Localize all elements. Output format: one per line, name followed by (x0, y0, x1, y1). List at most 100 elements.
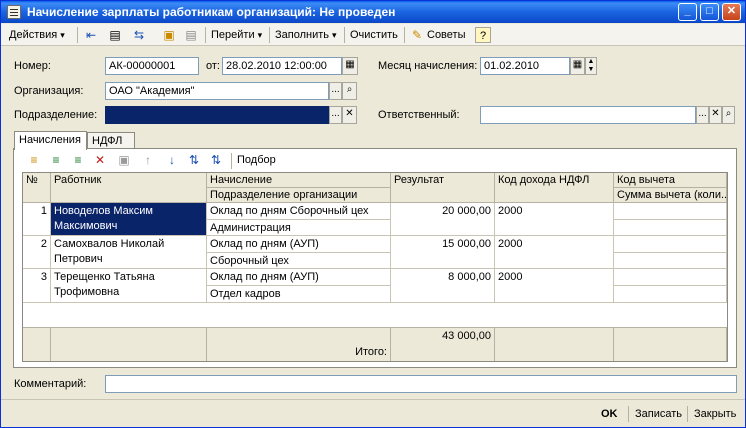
accruals-panel: ≡ ≡ ≡ ✕ ▣ ↑ ↓ ⇅ ⇅ Подбор № Работник Начи… (13, 148, 737, 368)
total-result: 43 000,00 (391, 327, 495, 361)
row-2-accrual[interactable]: Оклад по дням (АУП) (207, 236, 391, 253)
refresh-icon[interactable]: ⇆ (131, 28, 147, 43)
row-1-deduction-sum[interactable] (614, 220, 727, 236)
resp-select-button[interactable]: ... (696, 106, 709, 124)
header-employee[interactable]: Работник (51, 173, 207, 203)
header-num[interactable]: № (23, 173, 51, 203)
header-result[interactable]: Результат (391, 173, 495, 203)
close-window-button[interactable]: ✕ (722, 3, 741, 21)
move-up-icon[interactable]: ↑ (140, 152, 156, 168)
row-2-result[interactable]: 15 000,00 (391, 236, 495, 269)
row-3-result[interactable]: 8 000,00 (391, 269, 495, 303)
date-label: от: (206, 60, 220, 72)
row-1-income-code[interactable]: 2000 (495, 203, 614, 236)
close-button[interactable]: Закрыть (694, 406, 736, 422)
row-2-num[interactable]: 2 (23, 236, 51, 269)
resp-label: Ответственный: (378, 109, 460, 121)
toolbar: Действия ⇤ ▤ ⇆ ▣ ▤ Перейти Заполнить Очи… (1, 24, 745, 46)
table-toolbar: ≡ ≡ ≡ ✕ ▣ ↑ ↓ ⇅ ⇅ Подбор (14, 149, 736, 171)
post-icon[interactable]: ▣ (161, 28, 177, 43)
header-deduction-code[interactable]: Код вычета (614, 173, 727, 188)
footer-deduction (614, 327, 727, 361)
row-3-deduction-code[interactable] (614, 269, 727, 286)
row-2-dept[interactable]: Сборочный цех (207, 253, 391, 269)
tips-button[interactable]: Советы (427, 27, 465, 43)
resp-open-icon[interactable]: ⌕ (722, 106, 735, 124)
org-open-icon[interactable]: ⌕ (342, 82, 357, 100)
row-2-deduction-sum[interactable] (614, 253, 727, 269)
row-1-result[interactable]: 20 000,00 (391, 203, 495, 236)
document-icon (7, 5, 21, 19)
copy-row-icon[interactable]: ≡ (48, 152, 64, 168)
header-accrual[interactable]: Начисление (207, 173, 391, 188)
org-field[interactable]: ОАО "Академия" (105, 82, 329, 100)
row-2-deduction-code[interactable] (614, 236, 727, 253)
header-deduction-sum[interactable]: Сумма вычета (коли... (614, 188, 727, 203)
row-3-dept[interactable]: Отдел кадров (207, 286, 391, 303)
minimize-button[interactable]: _ (678, 3, 697, 21)
row-3-deduction-sum[interactable] (614, 286, 727, 303)
row-1-num[interactable]: 1 (23, 203, 51, 236)
month-spin-button[interactable]: ▲ ▼ (585, 57, 597, 75)
dept-label: Подразделение: (14, 109, 98, 121)
month-calendar-icon[interactable]: ▦ (570, 57, 585, 75)
sort-asc-icon[interactable]: ⇅ (186, 152, 202, 168)
month-label: Месяц начисления: (378, 60, 478, 72)
month-field[interactable]: 01.02.2010 (480, 57, 570, 75)
accruals-table: № Работник Начисление Подразделение орга… (22, 172, 728, 362)
row-3-employee[interactable]: Терещенко Татьяна Трофимовна (51, 269, 207, 303)
footer-num (23, 327, 51, 361)
row-2-employee[interactable]: Самохвалов Николай Петрович (51, 236, 207, 269)
number-label: Номер: (14, 60, 51, 72)
header-dept[interactable]: Подразделение организации (207, 188, 391, 203)
row-1-accrual[interactable]: Оклад по дням Сборочный цех (207, 203, 391, 220)
dept-select-button[interactable]: ... (329, 106, 342, 124)
document-window: Начисление зарплаты работникам организац… (0, 0, 746, 428)
sort-desc-icon[interactable]: ⇅ (208, 152, 224, 168)
delete-row-icon[interactable]: ✕ (92, 152, 108, 168)
prev-icon[interactable]: ⇤ (83, 28, 99, 43)
row-1-employee[interactable]: Новоделов Максим Максимович (51, 203, 207, 236)
help-button[interactable]: ? (475, 27, 491, 43)
resp-clear-icon[interactable]: ✕ (709, 106, 722, 124)
actions-menu[interactable]: Действия (9, 27, 65, 43)
dept-clear-icon[interactable]: ✕ (342, 106, 357, 124)
tab-accruals[interactable]: Начисления (14, 131, 87, 150)
fill-menu[interactable]: Заполнить (275, 27, 337, 43)
row-3-accrual[interactable]: Оклад по дням (АУП) (207, 269, 391, 286)
clear-button[interactable]: Очистить (350, 27, 398, 43)
structure-icon[interactable]: ▤ (107, 28, 123, 43)
maximize-button[interactable]: □ (700, 3, 719, 21)
calendar-icon[interactable]: ▦ (342, 57, 358, 75)
goto-menu[interactable]: Перейти (211, 27, 262, 43)
title-bar: Начисление зарплаты работникам организац… (1, 1, 745, 23)
footer-income-code (495, 327, 614, 361)
org-label: Организация: (14, 85, 84, 97)
save-button[interactable]: Записать (635, 406, 682, 422)
total-label: Итого: (207, 327, 391, 361)
date-field[interactable]: 28.02.2010 12:00:00 (222, 57, 342, 75)
pick-button[interactable]: Подбор (237, 154, 276, 166)
comment-field[interactable] (105, 375, 737, 393)
bottom-bar: OK Записать Закрыть (1, 399, 745, 427)
org-select-button[interactable]: ... (329, 82, 342, 100)
header-income-code[interactable]: Код дохода НДФЛ (495, 173, 614, 203)
comment-label: Комментарий: (14, 378, 87, 390)
end-edit-icon[interactable]: ▣ (116, 152, 132, 168)
tips-icon: ✎ (411, 28, 423, 42)
resp-field[interactable] (480, 106, 696, 124)
dept-field[interactable] (105, 106, 329, 124)
move-down-icon[interactable]: ↓ (164, 152, 180, 168)
unpost-icon[interactable]: ▤ (183, 28, 199, 43)
footer-employee (51, 327, 207, 361)
window-title: Начисление зарплаты работникам организац… (27, 5, 396, 19)
row-3-num[interactable]: 3 (23, 269, 51, 303)
ok-button[interactable]: OK (601, 406, 618, 422)
number-field[interactable]: АК-00000001 (105, 57, 199, 75)
add-row-icon[interactable]: ≡ (26, 152, 42, 168)
row-3-income-code[interactable]: 2000 (495, 269, 614, 303)
row-2-income-code[interactable]: 2000 (495, 236, 614, 269)
edit-row-icon[interactable]: ≡ (70, 152, 86, 168)
row-1-dept[interactable]: Администрация (207, 220, 391, 236)
row-1-deduction-code[interactable] (614, 203, 727, 220)
